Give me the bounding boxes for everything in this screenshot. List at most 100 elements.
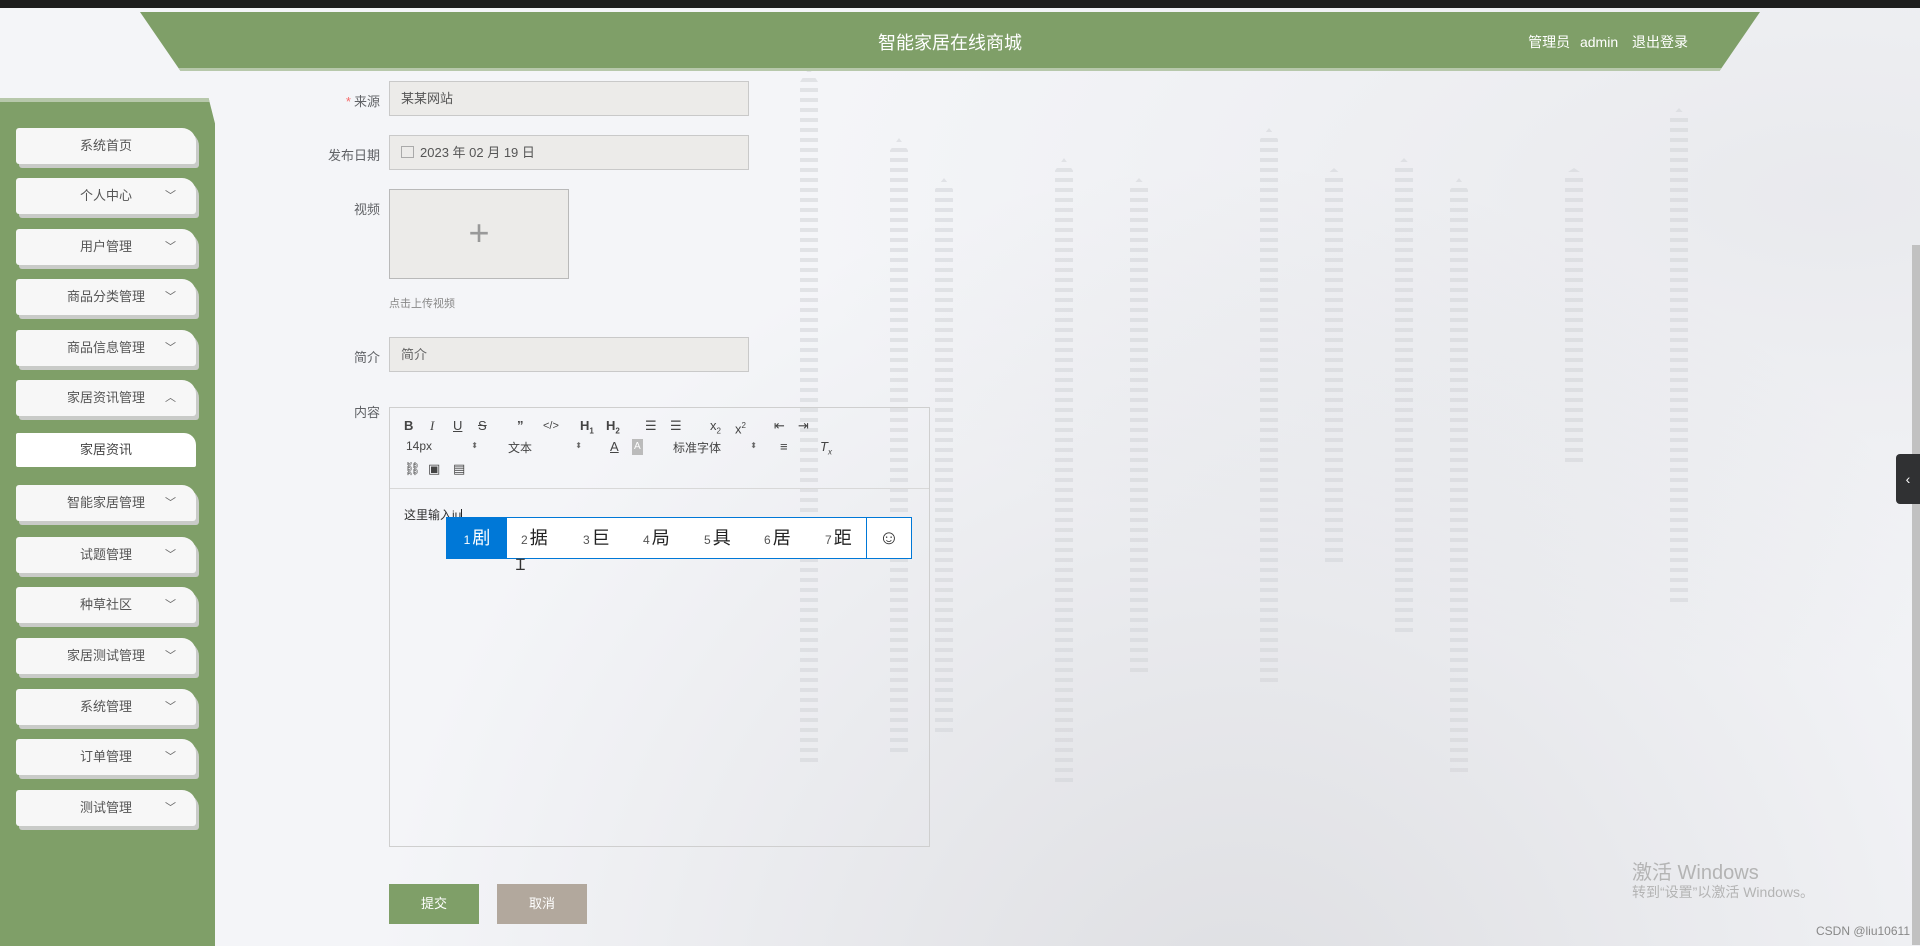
underline-button[interactable]: U: [453, 418, 462, 434]
sidebar-item-news-management[interactable]: 家居资讯管理 ︿: [16, 380, 196, 416]
sidebar-item-smart-home-management[interactable]: 智能家居管理 ﹀: [16, 485, 196, 521]
ime-candidate[interactable]: 6居: [764, 518, 791, 558]
align-icon[interactable]: ≡: [780, 439, 788, 455]
chevron-up-icon: ︿: [165, 392, 176, 404]
csdn-watermark: CSDN @liu10611: [1815, 924, 1910, 938]
heading2-button[interactable]: H2: [606, 418, 620, 440]
updown-icon: ⬍: [471, 441, 478, 450]
sidebar-item-label: 系统首页: [79, 138, 132, 153]
code-block-button[interactable]: </>: [543, 418, 559, 434]
video-upload-box[interactable]: +: [389, 189, 569, 279]
ime-candidate[interactable]: 7距: [825, 518, 852, 558]
windows-activation-title: 激活 Windows: [1632, 862, 1759, 884]
sidebar-item-label: 商品信息管理: [66, 340, 145, 355]
bg-streak: [1325, 168, 1343, 568]
italic-button[interactable]: I: [430, 418, 434, 434]
link-icon[interactable]: ⛓: [404, 461, 421, 477]
font-family-select[interactable]: 标准字体 ⬍: [673, 439, 757, 456]
chevron-down-icon: ﹀: [165, 342, 176, 354]
chevron-down-icon: ﹀: [165, 241, 176, 253]
intro-input[interactable]: 简介: [389, 337, 749, 372]
background-color-icon[interactable]: A: [632, 439, 643, 455]
video-label: 视频: [353, 202, 380, 217]
ime-candidate[interactable]: 1剧: [447, 518, 507, 558]
intro-label: 简介: [353, 350, 380, 365]
bg-streak: [1395, 158, 1413, 638]
content-label: 内容: [353, 405, 380, 420]
ime-candidate[interactable]: 5具: [704, 518, 731, 558]
video-icon[interactable]: ▤: [453, 461, 465, 477]
chevron-down-icon: ﹀: [165, 291, 176, 303]
sidebar: 系统首页 个人中心 ﹀ 用户管理 ﹀ 商品分类管理 ﹀ 商品信息管理 ﹀ 家居资讯管理 ︿…: [0, 98, 215, 946]
bg-streak: [1260, 128, 1278, 688]
outdent-icon[interactable]: ⇤: [774, 418, 785, 434]
chevron-down-icon: ﹀: [165, 650, 176, 662]
cancel-button[interactable]: 取消: [497, 884, 587, 924]
sidebar-item-community[interactable]: 种草社区 ﹀: [16, 587, 196, 623]
sidebar-item-label: 试题管理: [79, 547, 132, 562]
subscript-button[interactable]: x2: [710, 418, 721, 440]
heading1-button[interactable]: H1: [580, 418, 594, 440]
sidebar-subitem-news[interactable]: 家居资讯: [16, 433, 196, 467]
username: admin: [1579, 34, 1619, 50]
strike-button[interactable]: S: [478, 418, 487, 434]
sidebar-item-label: 用户管理: [79, 239, 132, 254]
chevron-down-icon: ﹀: [165, 497, 176, 509]
sidebar-item-personal-center[interactable]: 个人中心 ﹀: [16, 178, 196, 214]
chevron-down-icon: ﹀: [165, 190, 176, 202]
clear-format-icon[interactable]: Tx: [820, 439, 832, 461]
sidebar-item-home[interactable]: 系统首页: [16, 128, 196, 164]
font-color-icon[interactable]: A: [610, 439, 619, 455]
bold-button[interactable]: B: [404, 418, 413, 434]
sidebar-item-question-management[interactable]: 试题管理 ﹀: [16, 537, 196, 573]
sidebar-item-label: 家居测试管理: [66, 648, 145, 663]
sidebar-item-home-test-management[interactable]: 家居测试管理 ﹀: [16, 638, 196, 674]
updown-icon: ⬍: [575, 441, 582, 450]
sidebar-item-label: 种草社区: [79, 597, 132, 612]
blockquote-button[interactable]: ”: [517, 418, 524, 434]
rich-text-editor[interactable]: B I U S ” </> H1 H2 ☰ ☰ x2 x2 ⇤ ⇥ 14px ⬍ …: [389, 407, 930, 847]
chevron-down-icon: ﹀: [165, 549, 176, 561]
sidebar-item-product-management[interactable]: 商品信息管理 ﹀: [16, 330, 196, 366]
image-icon[interactable]: ▣: [428, 461, 440, 477]
calendar-icon: [401, 146, 414, 158]
submit-button[interactable]: 提交: [389, 884, 479, 924]
sidebar-item-system-management[interactable]: 系统管理 ﹀: [16, 689, 196, 725]
date-picker[interactable]: 2023 年 02 月 19 日: [389, 135, 749, 170]
bg-streak: [1565, 168, 1583, 468]
superscript-button[interactable]: x2: [735, 418, 746, 437]
bg-streak: [1055, 158, 1073, 788]
source-input[interactable]: 某某网站: [389, 81, 749, 116]
editor-toolbar: B I U S ” </> H1 H2 ☰ ☰ x2 x2 ⇤ ⇥ 14px ⬍ …: [390, 408, 929, 489]
sidebar-item-label: 订单管理: [79, 749, 132, 764]
block-type-select[interactable]: 文本 ⬍: [508, 439, 582, 456]
ime-candidate[interactable]: 4局: [643, 518, 670, 558]
emoji-icon[interactable]: ☺: [866, 518, 911, 558]
ime-candidate[interactable]: 2据: [521, 518, 548, 558]
sidebar-item-label: 家居资讯: [79, 442, 132, 457]
updown-icon: ⬍: [750, 441, 757, 450]
date-label: 发布日期: [327, 148, 380, 163]
sidebar-item-label: 家居资讯管理: [66, 390, 145, 405]
chevron-down-icon: ﹀: [165, 802, 176, 814]
sidebar-item-label: 测试管理: [79, 800, 132, 815]
logout-link[interactable]: 退出登录: [1632, 34, 1688, 50]
bullet-list-icon[interactable]: ☰: [670, 418, 682, 434]
indent-icon[interactable]: ⇥: [798, 418, 809, 434]
sidebar-item-order-management[interactable]: 订单管理 ﹀: [16, 739, 196, 775]
top-header: 智能家居在线商城 管理员 admin 退出登录: [140, 12, 1760, 71]
chevron-down-icon: ﹀: [165, 701, 176, 713]
bg-streak: [1130, 178, 1148, 678]
sidebar-item-user-management[interactable]: 用户管理 ﹀: [16, 229, 196, 265]
header-user-area: 管理员 admin 退出登录: [1528, 32, 1688, 52]
page-scrollbar[interactable]: [1912, 245, 1920, 945]
font-size-select[interactable]: 14px ⬍: [406, 439, 478, 453]
ibeam-cursor-icon: Ɪ: [516, 557, 525, 574]
sidebar-item-test-management[interactable]: 测试管理 ﹀: [16, 790, 196, 826]
collapse-panel-tab[interactable]: ‹: [1896, 454, 1920, 504]
sidebar-item-category-management[interactable]: 商品分类管理 ﹀: [16, 279, 196, 315]
required-asterisk: *: [345, 94, 351, 109]
chevron-down-icon: ﹀: [165, 751, 176, 763]
ordered-list-icon[interactable]: ☰: [645, 418, 657, 434]
ime-candidate[interactable]: 3巨: [583, 518, 610, 558]
